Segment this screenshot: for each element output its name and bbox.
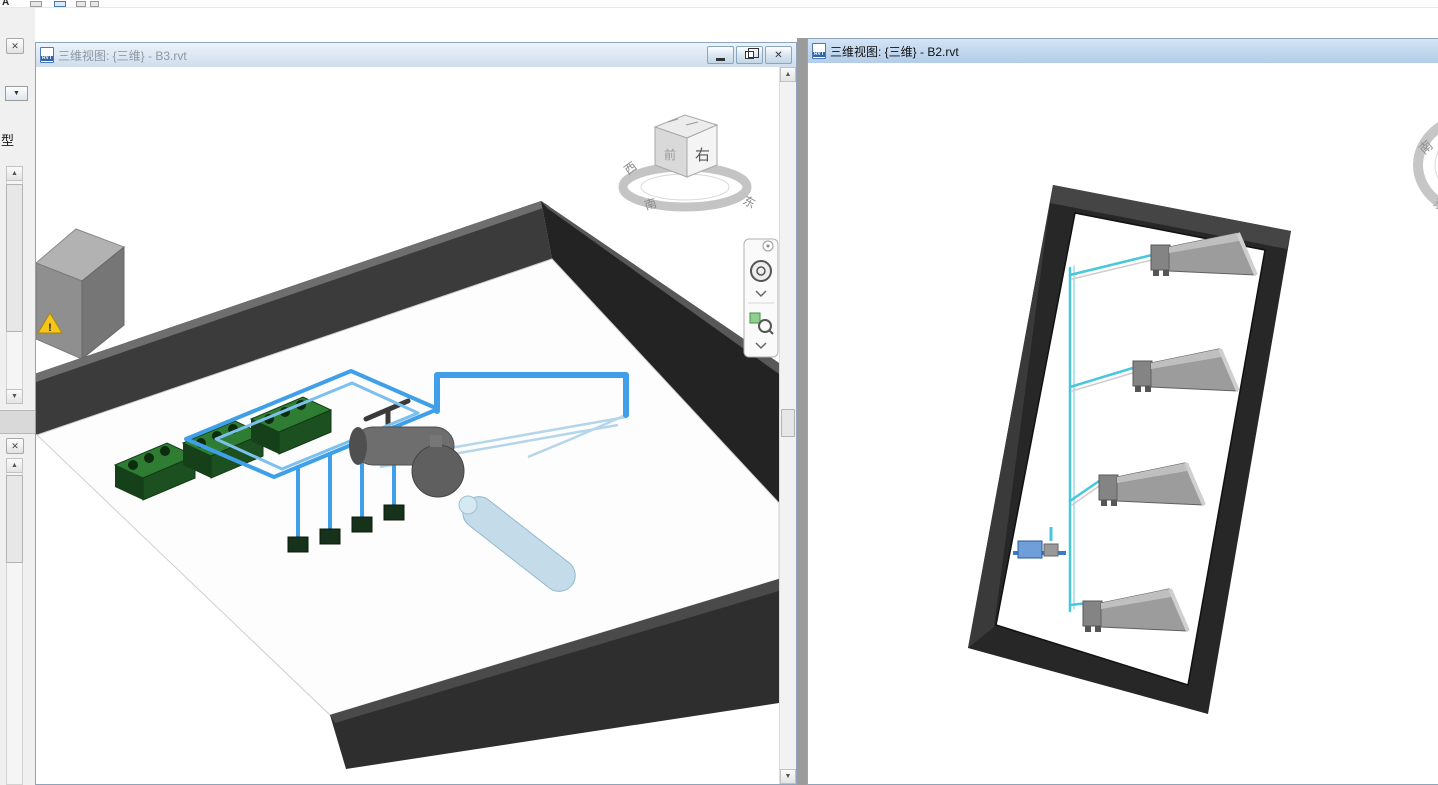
scene-3d-b3: ! [36, 67, 779, 784]
rvt-file-icon: RVT [40, 47, 54, 63]
view-window-b3: RVT 三维视图: {三维} - B3.rvt ✕ ! [35, 42, 797, 785]
mdi-background [797, 38, 807, 785]
viewport-b2: 南 东 [808, 63, 1438, 784]
chevron-down-icon[interactable]: ▼ [5, 86, 28, 101]
svg-text:!: ! [48, 322, 52, 334]
viewcube[interactable]: 西 南 东 前 右 [622, 115, 758, 213]
scrollbar-thumb[interactable] [781, 409, 795, 437]
viewcube-front-label[interactable]: 前 [664, 147, 676, 162]
panel-splitter[interactable] [0, 410, 35, 434]
viewcube-right-label[interactable]: 右 [695, 147, 710, 164]
window-titlebar[interactable]: RVT 三维视图: {三维} - B3.rvt ✕ [36, 43, 796, 67]
toolbar-icon[interactable] [76, 1, 86, 7]
window-title: 三维视图: {三维} - B2.rvt [830, 43, 959, 60]
window-titlebar[interactable]: RVT 三维视图: {三维} - B2.rvt [808, 39, 1438, 63]
scroll-up-icon[interactable]: ▲ [780, 67, 796, 82]
restore-icon [745, 51, 754, 59]
rvt-file-icon: RVT [812, 43, 826, 59]
restore-button[interactable] [736, 46, 763, 64]
scroll-down-icon[interactable]: ▼ [6, 389, 23, 404]
zoom-region-icon[interactable] [750, 313, 760, 323]
ribbon-strip: A [0, 0, 1438, 8]
minimize-icon [716, 58, 725, 61]
steering-wheel-icon[interactable] [751, 261, 771, 281]
view-vertical-scrollbar[interactable]: ▲ ▼ [779, 67, 796, 784]
viewcube-partial[interactable]: 南 东 [1416, 115, 1438, 215]
window-title: 三维视图: {三维} - B3.rvt [58, 47, 187, 64]
close-button[interactable]: ✕ [765, 46, 792, 64]
toolbar-page-icon[interactable] [54, 1, 66, 7]
type-label: 型 [1, 130, 14, 149]
quick-access-a-icon[interactable]: A [2, 0, 9, 8]
view-window-b2: RVT 三维视图: {三维} - B2.rvt [807, 38, 1438, 785]
scrollbar-thumb[interactable] [6, 184, 23, 332]
navigation-bar[interactable] [744, 239, 778, 357]
left-panel-strip: ✕ ▼ 型 ▲ ▼ ✕ ▲ [0, 8, 35, 785]
scene-3d-b2: 南 东 [808, 63, 1438, 784]
tank-fitting [459, 496, 477, 514]
toolbar-icon[interactable] [90, 1, 99, 7]
viewport-b3: ! [36, 67, 796, 784]
minimize-button[interactable] [707, 46, 734, 64]
panel-close-icon[interactable]: ✕ [6, 438, 24, 454]
toolbar-icon[interactable] [30, 1, 42, 7]
scroll-up-icon[interactable]: ▲ [6, 166, 23, 181]
panel-close-icon[interactable]: ✕ [6, 38, 24, 54]
scroll-down-icon[interactable]: ▼ [780, 769, 796, 784]
gray-box-equipment [36, 229, 124, 359]
scroll-up-icon[interactable]: ▲ [6, 458, 23, 473]
scrollbar-thumb[interactable] [6, 475, 23, 563]
